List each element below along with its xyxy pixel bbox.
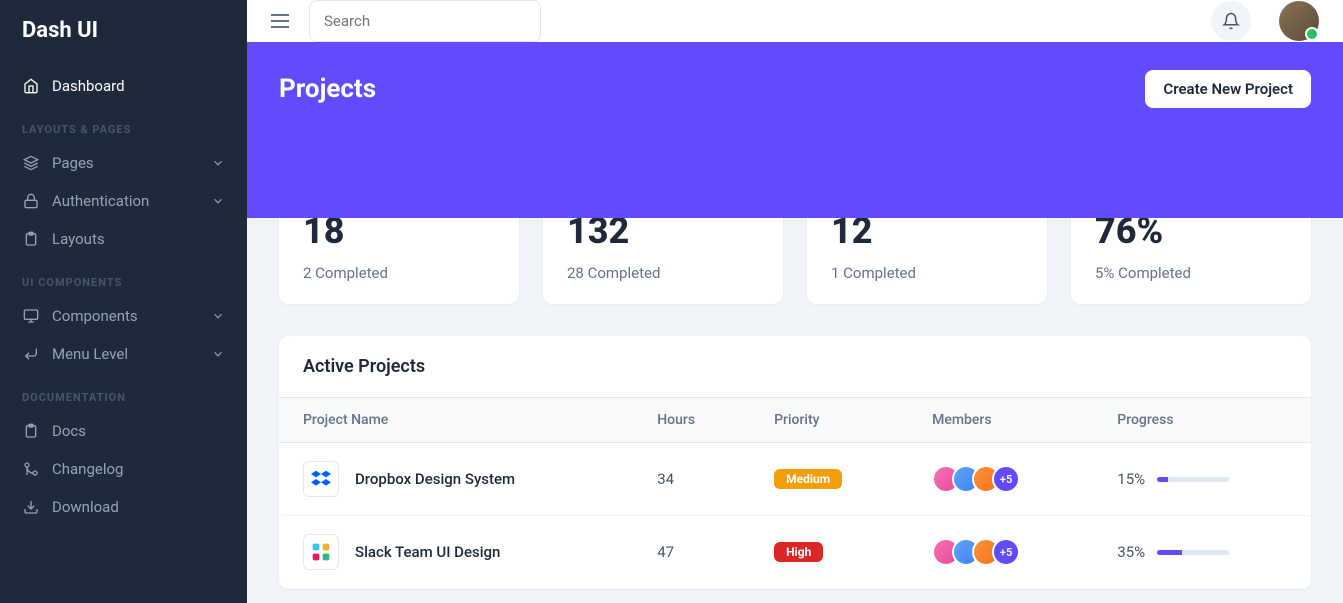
sidebar-item-label: Menu Level [52, 345, 128, 363]
sidebar-item-docs[interactable]: Docs [0, 412, 247, 450]
home-icon [22, 77, 40, 95]
project-name-cell: Dropbox Design System [303, 461, 609, 497]
clipboard-icon [22, 422, 40, 440]
sidebar-item-download[interactable]: Download [0, 488, 247, 526]
sidebar-item-layouts[interactable]: Layouts [0, 220, 247, 258]
stat-sub: 1 Completed [831, 264, 1023, 282]
bell-icon [1222, 12, 1240, 30]
sidebar-item-label: Dashboard [52, 77, 125, 95]
project-name-cell: Slack Team UI Design [303, 534, 609, 570]
search-input[interactable] [309, 0, 541, 42]
progress-bar [1157, 477, 1229, 482]
sidebar-item-label: Components [52, 307, 138, 325]
download-icon [22, 498, 40, 516]
table-title: Active Projects [279, 336, 1311, 397]
table-row[interactable]: Dropbox Design System 34 Medium +5 15% [279, 443, 1311, 516]
sidebar-item-pages[interactable]: Pages [0, 144, 247, 182]
layers-icon [22, 154, 40, 172]
th-priority: Priority [750, 398, 908, 443]
sidebar-item-components[interactable]: Components [0, 297, 247, 335]
corner-icon [22, 345, 40, 363]
lock-icon [22, 192, 40, 210]
project-logo-icon [303, 461, 339, 497]
sidebar-item-authentication[interactable]: Authentication [0, 182, 247, 220]
project-name: Dropbox Design System [355, 470, 515, 488]
progress-bar [1157, 550, 1229, 555]
chevron-down-icon [211, 347, 225, 361]
sidebar-item-changelog[interactable]: Changelog [0, 450, 247, 488]
git-icon [22, 460, 40, 478]
hours-cell: 34 [633, 443, 750, 516]
brand-logo: Dash UI [0, 18, 247, 67]
notifications-button[interactable] [1211, 1, 1251, 41]
sidebar-heading-docs: DOCUMENTATION [0, 373, 247, 412]
sidebar-item-label: Download [52, 498, 119, 516]
progress-cell: 15% [1117, 470, 1287, 488]
stat-sub: 2 Completed [303, 264, 495, 282]
monitor-icon [22, 307, 40, 325]
sidebar-item-dashboard[interactable]: Dashboard [0, 67, 247, 105]
topbar [247, 0, 1343, 42]
chevron-down-icon [211, 309, 225, 323]
members-cell: +5 [932, 538, 1069, 566]
active-projects-card: Active Projects Project Name Hours Prior… [279, 336, 1311, 589]
sidebar-item-menu-level[interactable]: Menu Level [0, 335, 247, 373]
member-more-badge: +5 [992, 538, 1020, 566]
progress-cell: 35% [1117, 543, 1287, 561]
clipboard-icon [22, 230, 40, 248]
menu-toggle-icon[interactable] [271, 10, 293, 32]
th-hours: Hours [633, 398, 750, 443]
chevron-down-icon [211, 194, 225, 208]
stat-sub: 5% Completed [1095, 264, 1287, 282]
sidebar-item-label: Docs [52, 422, 86, 440]
sidebar-heading-ui: UI COMPONENTS [0, 258, 247, 297]
priority-badge: High [774, 542, 823, 562]
priority-badge: Medium [774, 469, 842, 489]
sidebar-item-label: Layouts [52, 230, 105, 248]
page-title: Projects [279, 74, 376, 104]
sidebar-item-label: Pages [52, 154, 94, 172]
th-name: Project Name [279, 398, 633, 443]
project-name: Slack Team UI Design [355, 543, 500, 561]
project-logo-icon [303, 534, 339, 570]
projects-table: Project Name Hours Priority Members Prog… [279, 397, 1311, 589]
th-progress: Progress [1093, 398, 1311, 443]
th-members: Members [908, 398, 1093, 443]
chevron-down-icon [211, 156, 225, 170]
progress-label: 15% [1117, 470, 1145, 488]
sidebar-item-label: Authentication [52, 192, 149, 210]
create-project-button[interactable]: Create New Project [1145, 70, 1311, 108]
sidebar-heading-layouts: LAYOUTS & PAGES [0, 105, 247, 144]
progress-label: 35% [1117, 543, 1145, 561]
hours-cell: 47 [633, 516, 750, 589]
user-avatar[interactable] [1279, 1, 1319, 41]
main: Projects Create New Project Projects 18 … [247, 0, 1343, 603]
hero: Projects Create New Project [247, 42, 1343, 218]
table-row[interactable]: Slack Team UI Design 47 High +5 35% [279, 516, 1311, 589]
stat-sub: 28 Completed [567, 264, 759, 282]
sidebar-item-label: Changelog [52, 460, 123, 478]
members-cell: +5 [932, 465, 1069, 493]
member-more-badge: +5 [992, 465, 1020, 493]
sidebar: Dash UI Dashboard LAYOUTS & PAGES Pages … [0, 0, 247, 603]
